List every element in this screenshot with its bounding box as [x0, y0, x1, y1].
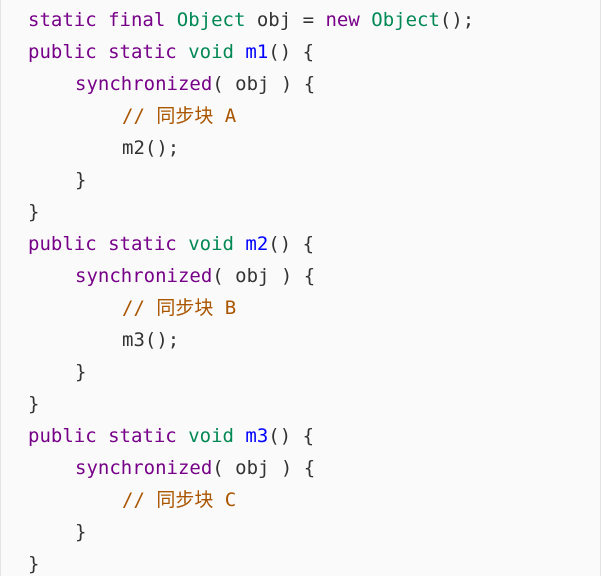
brace-close: } [75, 521, 87, 543]
call-m2: m2(); [122, 137, 180, 159]
code-line-m3-synchronized: synchronized( obj ) { [28, 452, 600, 484]
brace-close: } [28, 393, 40, 415]
code-line-m2-comment: // 同步块 B [28, 292, 600, 324]
keyword-synchronized: synchronized [75, 265, 213, 287]
code-line-m1-close-outer: } [28, 196, 600, 228]
code-line-m1-synchronized: synchronized( obj ) { [28, 68, 600, 100]
keyword-static: static [108, 425, 177, 447]
type-void: void [188, 425, 234, 447]
code-line-m1-call: m2(); [28, 132, 600, 164]
keyword-public: public [28, 425, 97, 447]
keyword-final: final [108, 9, 166, 31]
code-line-m3-close-inner: } [28, 516, 600, 548]
type-object-constructor: Object [371, 9, 440, 31]
code-line-m1-signature: public static void m1() { [28, 36, 600, 68]
sync-lock-expression: ( obj ) { [212, 73, 316, 95]
keyword-static: static [108, 41, 177, 63]
brace-close: } [75, 361, 87, 383]
code-line-m3-signature: public static void m3() { [28, 420, 600, 452]
type-object: Object [176, 9, 246, 31]
method-params: () { [268, 425, 315, 447]
code-line-m2-signature: public static void m2() { [28, 228, 600, 260]
type-void: void [188, 41, 234, 63]
code-line-field-declaration: static final Object obj = new Object(); [28, 4, 600, 36]
brace-close: } [28, 553, 40, 575]
sync-lock-expression: ( obj ) { [212, 457, 316, 479]
code-line-m1-close-inner: } [28, 164, 600, 196]
comment-sync-block-c: // 同步块 C [122, 489, 237, 511]
code-line-m3-comment: // 同步块 C [28, 484, 600, 516]
sync-lock-expression: ( obj ) { [212, 265, 316, 287]
code-line-m2-synchronized: synchronized( obj ) { [28, 260, 600, 292]
method-params: () { [268, 233, 315, 255]
brace-close: } [75, 169, 87, 191]
call-m3: m3(); [122, 329, 180, 351]
keyword-public: public [28, 41, 97, 63]
comment-sync-block-a: // 同步块 A [122, 105, 237, 127]
constructor-call: (); [439, 9, 475, 31]
code-block: static final Object obj = new Object(); … [0, 0, 601, 576]
brace-close: } [28, 201, 40, 223]
comment-sync-block-b: // 同步块 B [122, 297, 237, 319]
method-name-m1: m1 [245, 41, 269, 63]
keyword-static: static [28, 9, 97, 31]
code-line-m3-close-outer: } [28, 548, 600, 580]
method-name-m2: m2 [245, 233, 269, 255]
field-name: obj = [256, 9, 326, 31]
keyword-synchronized: synchronized [75, 73, 213, 95]
code-line-m2-call: m3(); [28, 324, 600, 356]
code-line-m2-close-inner: } [28, 356, 600, 388]
keyword-new: new [325, 9, 360, 31]
keyword-synchronized: synchronized [75, 457, 213, 479]
code-line-m1-comment: // 同步块 A [28, 100, 600, 132]
keyword-public: public [28, 233, 97, 255]
method-name-m3: m3 [245, 425, 269, 447]
keyword-static: static [108, 233, 177, 255]
type-void: void [188, 233, 234, 255]
method-params: () { [268, 41, 315, 63]
code-line-m2-close-outer: } [28, 388, 600, 420]
